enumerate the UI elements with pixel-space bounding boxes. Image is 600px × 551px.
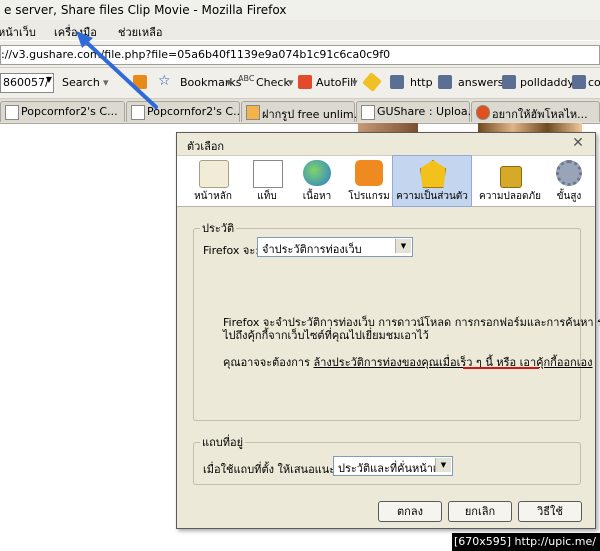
- tab-applications[interactable]: โปรแกรม: [343, 156, 395, 206]
- location-bar-suggest-value: ประวัติและที่คั่นหน้าเว็บ: [338, 462, 450, 475]
- tab-security[interactable]: ความปลอดภัย: [475, 156, 545, 206]
- chevron-down-icon: ▼: [435, 458, 451, 472]
- chevron-down-icon: ▼: [395, 239, 411, 253]
- history-description-line2: ไปถึงคุ้กกี้จากเว็บไซต์ที่คุณไปเยี่ยมชมเ…: [223, 329, 429, 342]
- tab-tabs[interactable]: แท็บ: [243, 156, 291, 206]
- tab-main[interactable]: หน้าหลัก: [185, 156, 241, 206]
- history-mode-select[interactable]: จำประวัติการท่องเว็บ ▼: [257, 237, 413, 257]
- location-bar-legend: แถบที่อยู่: [202, 436, 244, 449]
- pane-label: ความเป็นส่วนตัว: [396, 191, 468, 202]
- close-icon[interactable]: ✕: [567, 135, 589, 153]
- footer-text: [670x595] http://upic.me/: [453, 535, 596, 548]
- tabs-pane-icon: [253, 160, 283, 188]
- ok-button[interactable]: ตกลง: [378, 501, 442, 522]
- history-mode-value: จำประวัติการท่องเว็บ: [262, 243, 362, 256]
- pane-label: แท็บ: [257, 191, 277, 202]
- pane-label: ขั้นสูง: [556, 191, 582, 202]
- pane-label: เนื้อหา: [302, 191, 332, 202]
- red-underline-annotation: [463, 367, 539, 369]
- help-button[interactable]: วิธีใช้: [518, 501, 582, 522]
- pane-label: โปรแกรม: [348, 191, 390, 202]
- pane-label: หน้าหลัก: [194, 191, 232, 202]
- image-host-footer: [670x595] http://upic.me/: [452, 533, 600, 551]
- pane-selector: หน้าหลัก แท็บ เนื้อหา โปรแกรม ความเป็นส่…: [177, 155, 595, 207]
- globe-icon: [303, 160, 331, 186]
- lock-icon: [500, 166, 522, 188]
- warning-icon: [420, 160, 446, 188]
- tab-advanced[interactable]: ขั้นสูง: [545, 156, 593, 206]
- location-bar-suggest-select[interactable]: ประวัติและที่คั่นหน้าเว็บ ▼: [333, 456, 453, 476]
- hint-prefix: คุณอาจจะต้องการ: [223, 356, 311, 369]
- history-legend: ประวัติ: [202, 222, 235, 235]
- cancel-button[interactable]: ยกเลิก: [448, 501, 512, 522]
- dialog-title: ตัวเลือก: [187, 140, 225, 153]
- options-dialog: ตัวเลือก ✕ หน้าหลัก แท็บ เนื้อหา โปรแกรม…: [176, 132, 600, 529]
- main-pane-icon: [199, 160, 229, 188]
- tab-content[interactable]: เนื้อหา: [291, 156, 343, 206]
- gear-icon: [556, 160, 582, 186]
- pane-label: ความปลอดภัย: [479, 191, 541, 202]
- history-mode-label: Firefox จะ:: [203, 244, 259, 257]
- dialog-titlebar: ตัวเลือก ✕: [177, 133, 595, 156]
- tab-privacy[interactable]: ความเป็นส่วนตัว: [392, 155, 472, 207]
- location-bar-label: เมื่อใช้แถบที่ตั้ง ให้เสนอแนะ :: [203, 463, 343, 476]
- rss-icon: [355, 160, 383, 186]
